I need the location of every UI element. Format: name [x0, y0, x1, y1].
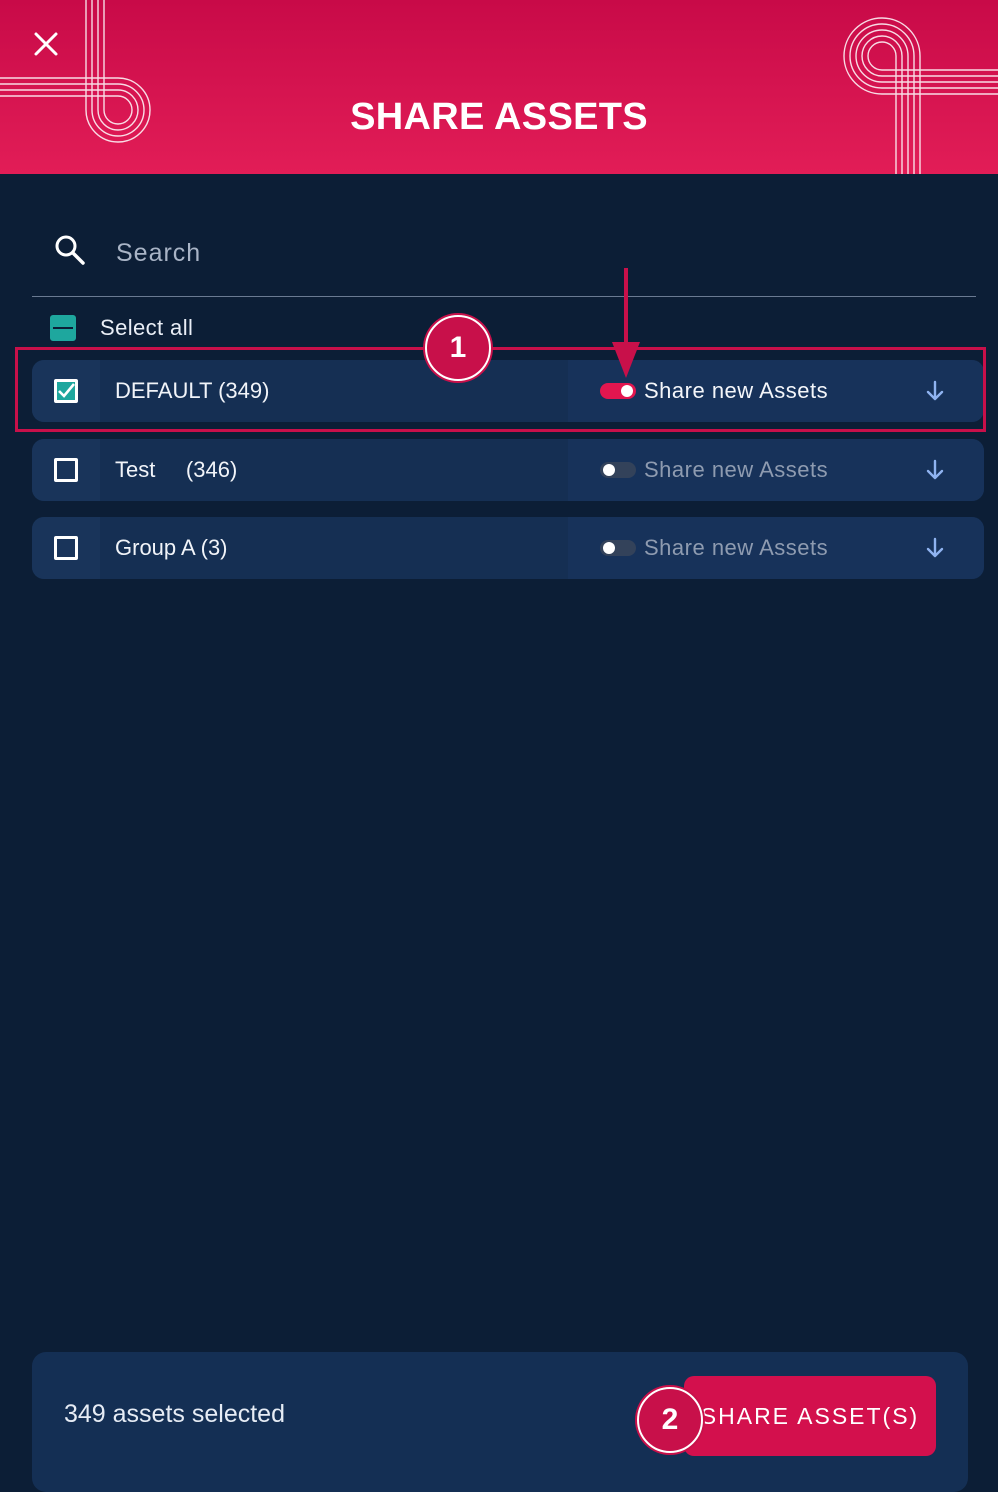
share-new-label: Share new Assets	[644, 457, 829, 482]
checkbox-cell	[32, 439, 100, 501]
arrow-down-icon[interactable]	[926, 459, 944, 481]
toggle-knob	[603, 542, 615, 554]
close-icon	[34, 32, 58, 56]
annotation-arrow	[612, 268, 640, 378]
footer-bar: 349 assets selected SHARE ASSET(S)	[32, 1352, 968, 1492]
arrow-down-icon[interactable]	[926, 380, 944, 402]
search-bar	[32, 208, 976, 297]
dialog-title: SHARE ASSETS	[350, 96, 648, 138]
check-icon	[58, 383, 75, 398]
select-all-label: Select all	[100, 315, 194, 340]
group-checkbox[interactable]	[54, 379, 78, 403]
share-new-cell: Share new Assets	[568, 439, 984, 501]
selected-count-text: 349 assets selected	[64, 1400, 285, 1428]
close-button[interactable]	[26, 24, 66, 64]
group-checkbox[interactable]	[54, 536, 78, 560]
annotation-step-1-badge: 1	[425, 315, 491, 381]
dialog-header: SHARE ASSETS	[0, 0, 998, 174]
share-new-label: Share new Assets	[644, 378, 829, 403]
toggle-knob	[603, 464, 615, 476]
checkbox-cell	[32, 360, 100, 422]
group-name: Group A (3)	[115, 535, 228, 560]
arrow-down-icon[interactable]	[926, 537, 944, 559]
checkbox-cell	[32, 517, 100, 579]
group-name: Test (346)	[115, 457, 238, 482]
group-row-default: DEFAULT (349) Share new Assets	[32, 360, 984, 422]
share-assets-button[interactable]: SHARE ASSET(S)	[684, 1376, 936, 1456]
select-all-checkbox[interactable]	[50, 315, 76, 341]
group-row-test: Test (346) Share new Assets	[32, 439, 984, 501]
share-new-toggle[interactable]	[600, 540, 636, 556]
toggle-knob	[621, 385, 633, 397]
search-icon	[55, 235, 85, 265]
annotation-step-2-badge: 2	[637, 1387, 703, 1453]
share-new-toggle[interactable]	[600, 462, 636, 478]
share-new-cell: Share new Assets	[568, 517, 984, 579]
search-input[interactable]	[114, 228, 938, 278]
share-new-label: Share new Assets	[644, 535, 829, 560]
group-checkbox[interactable]	[54, 458, 78, 482]
select-all[interactable]: Select all	[50, 313, 193, 343]
group-row-group-a: Group A (3) Share new Assets	[32, 517, 984, 579]
group-name: DEFAULT (349)	[115, 378, 270, 403]
header-decoration	[0, 0, 998, 174]
